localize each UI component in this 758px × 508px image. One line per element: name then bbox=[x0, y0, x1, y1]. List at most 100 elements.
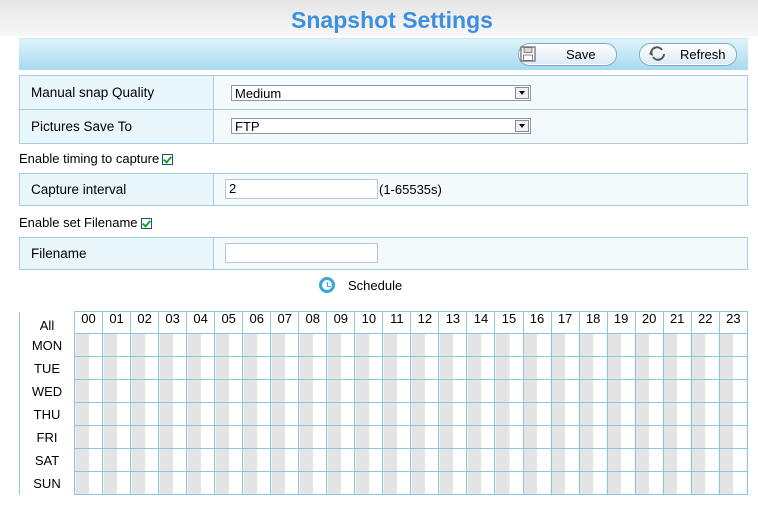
schedule-cell[interactable] bbox=[662, 356, 692, 380]
schedule-cell[interactable] bbox=[326, 356, 356, 380]
schedule-cell[interactable] bbox=[186, 356, 216, 380]
schedule-cell[interactable] bbox=[522, 333, 552, 357]
schedule-day-label[interactable]: MON bbox=[19, 333, 75, 357]
schedule-cell[interactable] bbox=[494, 333, 524, 357]
schedule-cell[interactable] bbox=[634, 356, 664, 380]
schedule-hour-header[interactable]: 13 bbox=[438, 311, 468, 334]
schedule-cell[interactable] bbox=[326, 425, 356, 449]
schedule-cell[interactable] bbox=[410, 379, 440, 403]
schedule-cell[interactable] bbox=[73, 356, 104, 380]
schedule-hour-header[interactable]: 09 bbox=[326, 311, 356, 334]
schedule-cell[interactable] bbox=[522, 379, 552, 403]
schedule-cell[interactable] bbox=[242, 379, 272, 403]
schedule-cell[interactable] bbox=[214, 402, 244, 426]
schedule-cell[interactable] bbox=[606, 425, 636, 449]
schedule-cell[interactable] bbox=[186, 425, 216, 449]
schedule-hour-header[interactable]: 23 bbox=[718, 311, 749, 334]
schedule-cell[interactable] bbox=[522, 471, 552, 495]
schedule-cell[interactable] bbox=[186, 333, 216, 357]
schedule-hour-header[interactable]: 17 bbox=[550, 311, 580, 334]
schedule-cell[interactable] bbox=[466, 425, 496, 449]
schedule-cell[interactable] bbox=[158, 471, 188, 495]
schedule-cell[interactable] bbox=[438, 333, 468, 357]
schedule-cell[interactable] bbox=[354, 425, 384, 449]
schedule-cell[interactable] bbox=[494, 471, 524, 495]
schedule-cell[interactable] bbox=[438, 425, 468, 449]
schedule-cell[interactable] bbox=[410, 402, 440, 426]
schedule-cell[interactable] bbox=[662, 425, 692, 449]
schedule-cell[interactable] bbox=[130, 471, 160, 495]
schedule-cell[interactable] bbox=[550, 356, 580, 380]
schedule-hour-header[interactable]: 11 bbox=[382, 311, 412, 334]
schedule-hour-header[interactable]: 04 bbox=[186, 311, 216, 334]
schedule-hour-header[interactable]: 16 bbox=[522, 311, 552, 334]
schedule-cell[interactable] bbox=[382, 333, 412, 357]
schedule-cell[interactable] bbox=[298, 333, 328, 357]
schedule-cell[interactable] bbox=[102, 471, 132, 495]
schedule-cell[interactable] bbox=[102, 356, 132, 380]
schedule-hour-header[interactable]: 18 bbox=[578, 311, 608, 334]
schedule-cell[interactable] bbox=[130, 356, 160, 380]
schedule-cell[interactable] bbox=[522, 402, 552, 426]
schedule-cell[interactable] bbox=[158, 402, 188, 426]
schedule-cell[interactable] bbox=[438, 379, 468, 403]
schedule-cell[interactable] bbox=[410, 425, 440, 449]
schedule-cell[interactable] bbox=[270, 448, 300, 472]
schedule-cell[interactable] bbox=[634, 448, 664, 472]
schedule-cell[interactable] bbox=[690, 356, 720, 380]
schedule-cell[interactable] bbox=[606, 448, 636, 472]
schedule-cell[interactable] bbox=[578, 379, 608, 403]
schedule-cell[interactable] bbox=[326, 448, 356, 472]
schedule-cell[interactable] bbox=[578, 402, 608, 426]
save-button[interactable]: Save bbox=[518, 43, 617, 66]
schedule-cell[interactable] bbox=[214, 448, 244, 472]
schedule-cell[interactable] bbox=[158, 356, 188, 380]
schedule-hour-header[interactable]: 15 bbox=[494, 311, 524, 334]
schedule-cell[interactable] bbox=[634, 402, 664, 426]
schedule-cell[interactable] bbox=[158, 448, 188, 472]
schedule-cell[interactable] bbox=[270, 471, 300, 495]
schedule-cell[interactable] bbox=[298, 471, 328, 495]
schedule-cell[interactable] bbox=[354, 448, 384, 472]
schedule-cell[interactable] bbox=[494, 379, 524, 403]
schedule-cell[interactable] bbox=[382, 379, 412, 403]
schedule-cell[interactable] bbox=[130, 379, 160, 403]
schedule-cell[interactable] bbox=[522, 425, 552, 449]
schedule-cell[interactable] bbox=[550, 333, 580, 357]
schedule-cell[interactable] bbox=[606, 333, 636, 357]
schedule-cell[interactable] bbox=[270, 379, 300, 403]
schedule-cell[interactable] bbox=[718, 379, 749, 403]
schedule-cell[interactable] bbox=[242, 448, 272, 472]
schedule-cell[interactable] bbox=[494, 356, 524, 380]
schedule-cell[interactable] bbox=[158, 333, 188, 357]
schedule-cell[interactable] bbox=[690, 402, 720, 426]
schedule-cell[interactable] bbox=[466, 333, 496, 357]
schedule-hour-header[interactable]: 12 bbox=[410, 311, 440, 334]
schedule-cell[interactable] bbox=[550, 471, 580, 495]
schedule-day-label[interactable]: SAT bbox=[19, 448, 75, 472]
schedule-cell[interactable] bbox=[634, 379, 664, 403]
schedule-hour-header[interactable]: 07 bbox=[270, 311, 300, 334]
schedule-cell[interactable] bbox=[130, 425, 160, 449]
schedule-cell[interactable] bbox=[214, 471, 244, 495]
schedule-day-label[interactable]: THU bbox=[19, 402, 75, 426]
enable-timing-checkbox[interactable] bbox=[162, 154, 174, 165]
schedule-cell[interactable] bbox=[326, 402, 356, 426]
schedule-cell[interactable] bbox=[102, 379, 132, 403]
schedule-cell[interactable] bbox=[354, 333, 384, 357]
schedule-cell[interactable] bbox=[382, 402, 412, 426]
capture-interval-input[interactable]: 2 bbox=[225, 179, 378, 199]
schedule-cell[interactable] bbox=[73, 448, 104, 472]
schedule-cell[interactable] bbox=[102, 402, 132, 426]
manual-snap-quality-select[interactable]: Medium bbox=[231, 85, 531, 101]
enable-filename-checkbox[interactable] bbox=[140, 218, 152, 229]
schedule-hour-header[interactable]: 00 bbox=[73, 311, 104, 334]
schedule-cell[interactable] bbox=[186, 379, 216, 403]
schedule-cell[interactable] bbox=[242, 402, 272, 426]
schedule-cell[interactable] bbox=[186, 402, 216, 426]
schedule-cell[interactable] bbox=[578, 333, 608, 357]
schedule-cell[interactable] bbox=[718, 448, 749, 472]
schedule-cell[interactable] bbox=[410, 333, 440, 357]
schedule-cell[interactable] bbox=[606, 402, 636, 426]
schedule-cell[interactable] bbox=[242, 471, 272, 495]
